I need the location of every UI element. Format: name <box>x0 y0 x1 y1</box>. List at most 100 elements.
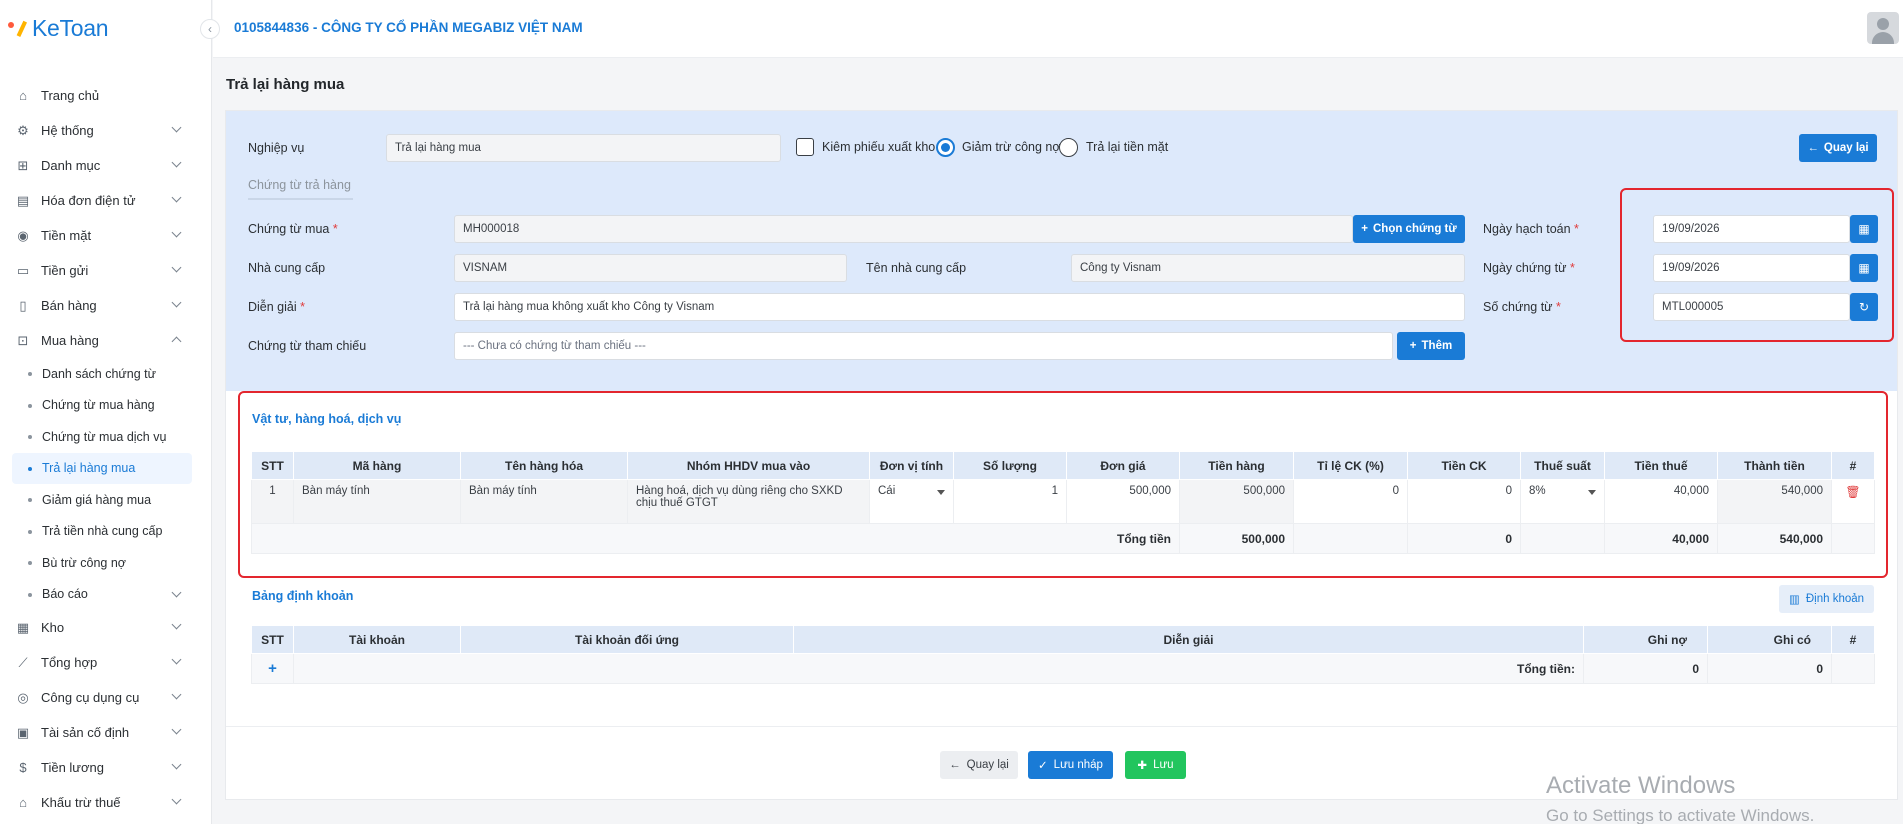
cell-don-gia[interactable]: 500,000 <box>1066 479 1180 524</box>
nha-cung-cap-input[interactable]: VISNAM <box>454 254 847 282</box>
cell-tien-thue[interactable]: 40,000 <box>1604 479 1718 524</box>
goods-section-title: Vật tư, hàng hoá, dịch vụ <box>252 412 402 426</box>
sidebar-sub-tra-lai[interactable]: Trả lại hàng mua <box>12 452 192 484</box>
company-name: 0105844836 - CÔNG TY CỔ PHẦN MEGABIZ VIỆ… <box>234 20 583 35</box>
sidebar-sub-bu-tru[interactable]: Bù trừ công nợ <box>0 547 212 579</box>
chevron-down-icon <box>171 262 182 273</box>
bank-card-icon: ▭ <box>16 262 30 278</box>
sidebar-sub-giam-gia[interactable]: Giảm giá hàng mua <box>0 484 212 516</box>
cell-ck-pct[interactable]: 0 <box>1293 479 1408 524</box>
sidebar-sub-tra-tien[interactable]: Trả tiền nhà cung cấp <box>0 516 212 548</box>
sidebar-item-khau-tru[interactable]: ⌂ Khấu trừ thuế <box>0 785 212 820</box>
chevron-down-icon <box>171 192 182 203</box>
sidebar-item-tai-san[interactable]: ▣ Tài sản cố định <box>0 715 212 750</box>
arrow-left-icon: ← <box>949 759 961 771</box>
chevron-down-icon <box>171 724 182 735</box>
sidebar-sub-danh-sach[interactable]: Danh sách chứng từ <box>0 358 212 390</box>
cell-so-luong[interactable]: 1 <box>953 479 1067 524</box>
col-tien-thue: Tiền thuế <box>1604 451 1718 480</box>
car-icon: ▣ <box>16 724 30 740</box>
chevron-up-icon <box>171 336 182 347</box>
cell-tien-ck[interactable]: 0 <box>1407 479 1521 524</box>
col-tien-ck: Tiền CK <box>1407 451 1521 480</box>
total-tien-thue: 40,000 <box>1604 523 1718 554</box>
giam-tru-radio[interactable] <box>936 138 955 157</box>
sidebar-item-tien-gui[interactable]: ▭ Tiền gửi <box>0 253 212 288</box>
chevron-down-icon <box>171 619 182 630</box>
cell-ma-hang[interactable]: Bàn máy tính <box>293 479 461 524</box>
sidebar-item-ban-hang[interactable]: ▯ Bán hàng <box>0 288 212 323</box>
chung-tu-mua-input[interactable]: MH000018 <box>454 215 1353 243</box>
tra-lai-tien-radio[interactable] <box>1059 138 1078 157</box>
bank-icon: ⌂ <box>19 795 27 810</box>
sidebar-item-cong-cu[interactable]: ◎ Công cụ dụng cụ <box>0 680 212 715</box>
sidebar: KeToan ⌂ Trang chủ ⚙ Hệ thống ⊞ Danh mục ▤ H… <box>0 0 212 824</box>
col-tien-hang: Tiền hàng <box>1179 451 1294 480</box>
tham-chieu-label: Chứng từ tham chiếu <box>248 339 367 353</box>
sidebar-sub-mua-hang[interactable]: Chứng từ mua hàng <box>0 390 212 422</box>
col-ma-hang: Mã hàng <box>293 451 461 480</box>
logo[interactable]: KeToan <box>8 14 109 42</box>
ten-ncc-label: Tên nhà cung cấp <box>866 261 967 275</box>
collapse-sidebar-icon[interactable]: ‹ <box>200 19 220 39</box>
sidebar-item-danh-muc[interactable]: ⊞ Danh mục <box>0 148 212 183</box>
col-don-gia: Đơn giá <box>1066 451 1180 480</box>
col-thanh-tien: Thành tiền <box>1717 451 1832 480</box>
ten-ncc-input[interactable]: Công ty Visnam <box>1071 254 1465 282</box>
sidebar-item-kho[interactable]: ▦ Kho <box>0 610 212 645</box>
sidebar-sub-bao-cao[interactable]: Báo cáo <box>0 579 212 611</box>
chevron-down-icon <box>171 122 182 133</box>
tham-chieu-input[interactable]: --- Chưa có chứng từ tham chiếu --- <box>454 332 1393 360</box>
sidebar-item-trang-chu[interactable]: ⌂ Trang chủ <box>0 78 212 113</box>
add-row-button[interactable]: + <box>251 653 294 684</box>
cell-thue-suat-select[interactable]: 8% <box>1520 479 1605 524</box>
logo-text: KeToan <box>32 14 109 41</box>
dien-giai-input[interactable]: Trả lại hàng mua không xuất kho Công ty … <box>454 293 1465 321</box>
plus-icon: + <box>1361 223 1368 235</box>
tab-chung-tu-tra-hang[interactable]: Chứng từ trả hàng <box>248 178 353 200</box>
trash-icon[interactable]: 🗑 <box>1845 485 1860 499</box>
sidebar-item-hoa-don[interactable]: ▤ Hóa đơn điện tử <box>0 183 212 218</box>
acc-col-dien-giai: Diễn giải <box>793 625 1584 654</box>
chevron-down-icon <box>171 794 182 805</box>
sidebar-item-he-thong[interactable]: ⚙ Hệ thống <box>0 113 212 148</box>
grid-icon: ⊞ <box>17 157 29 173</box>
save-draft-button[interactable]: ✓ Lưu nháp <box>1028 751 1113 779</box>
invoice-icon: ▤ <box>16 192 30 208</box>
plus-icon: + <box>1409 340 1417 352</box>
total-tien-ck: 0 <box>1407 523 1521 554</box>
avatar[interactable] <box>1867 12 1899 44</box>
chart-line-icon: ⟋ <box>18 654 28 670</box>
activation-watermark-title: Activate Windows <box>1546 772 1736 799</box>
chevron-down-icon <box>171 689 182 700</box>
sidebar-item-tong-hop[interactable]: ⟋ Tổng hợp <box>0 645 212 680</box>
dinh-khoan-button[interactable]: ▥ Định khoản <box>1779 585 1874 613</box>
save-button[interactable]: ✚ Lưu <box>1125 751 1186 779</box>
cell-nhom[interactable]: Hàng hoá, dịch vụ dùng riêng cho SXKD ch… <box>627 479 870 524</box>
back-button[interactable]: ← Quay lại <box>940 751 1018 779</box>
acc-col-stt: STT <box>251 625 294 654</box>
acc-total-label: Tổng tiền: <box>293 653 1584 684</box>
dien-giai-label: Diễn giải * <box>248 300 305 314</box>
chung-tu-mua-label: Chứng từ mua * <box>248 222 338 236</box>
kiem-phieu-checkbox[interactable] <box>796 138 814 156</box>
them-button[interactable]: + Thêm <box>1397 332 1465 360</box>
cell-dvt-select[interactable]: Cái <box>869 479 954 524</box>
sidebar-item-tien-luong[interactable]: $ Tiền lương <box>0 750 212 785</box>
sidebar-item-mua-hang[interactable]: ⊡ Mua hàng <box>0 323 212 358</box>
page-title: Trả lại hàng mua <box>226 76 345 93</box>
ngay-hach-toan-label: Ngày hạch toán * <box>1483 222 1579 236</box>
sidebar-sub-mua-dich-vu[interactable]: Chứng từ mua dịch vụ <box>0 421 212 453</box>
home-icon: ⌂ <box>19 88 27 103</box>
back-button-top[interactable]: ← Quay lại <box>1799 134 1877 162</box>
nghiep-vu-input[interactable]: Trả lại hàng mua <box>386 134 781 162</box>
acc-col-ghi-co: Ghi có <box>1707 625 1832 654</box>
sidebar-item-tien-mat[interactable]: ◉ Tiền mặt <box>0 218 212 253</box>
cell-ten-hang[interactable]: Bàn máy tính <box>460 479 628 524</box>
goods-table: STT Mã hàng Tên hàng hóa Nhóm HHDV mua v… <box>251 451 1875 554</box>
tra-lai-tien-label: Trả lại tiền mặt <box>1086 140 1169 154</box>
accounting-table: STT Tài khoản Tài khoản đối ứng Diễn giả… <box>251 625 1875 684</box>
chon-chung-tu-button[interactable]: + Chọn chứng từ <box>1353 215 1465 243</box>
logo-icon <box>8 18 28 38</box>
kiem-phieu-label: Kiêm phiếu xuất kho <box>822 140 936 154</box>
